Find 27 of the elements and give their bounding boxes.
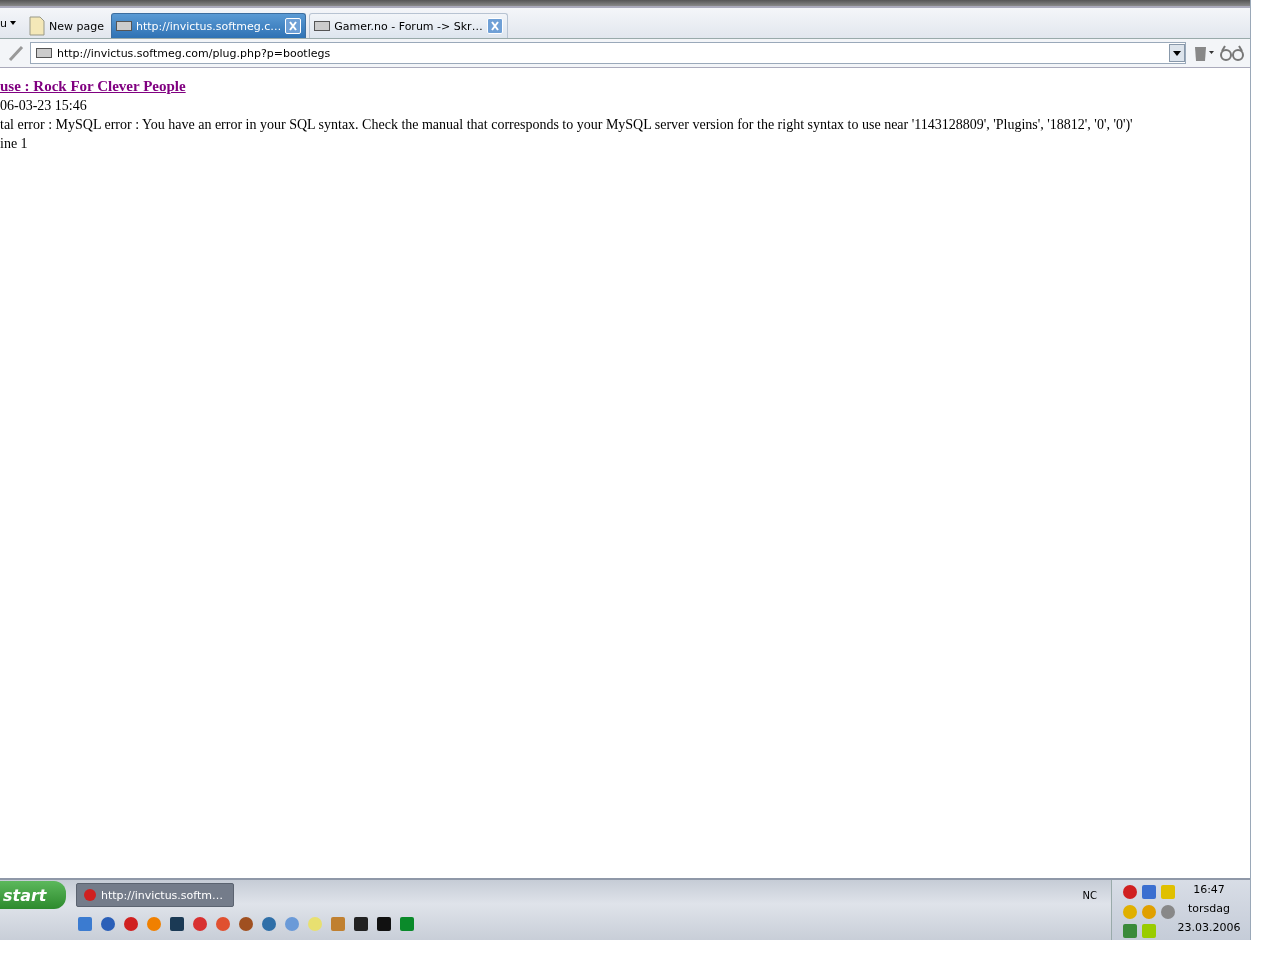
error-line: ine 1 bbox=[0, 136, 28, 151]
clock-date: 23.03.2006 bbox=[1177, 920, 1241, 936]
keyboard-icon bbox=[36, 48, 52, 58]
address-field[interactable]: http://invictus.softmeg.com/plug.php?p=bootlegs bbox=[30, 42, 1186, 64]
post-date: 06-03-23 15:46 bbox=[0, 98, 87, 113]
page-icon bbox=[29, 16, 45, 36]
keyboard-icon bbox=[314, 21, 331, 31]
language-indicator[interactable]: NC bbox=[1082, 889, 1097, 901]
browser-tab[interactable]: Gamer.no - Forum -> Skr… bbox=[309, 13, 508, 38]
clock-day: torsdag bbox=[1188, 899, 1230, 918]
close-icon[interactable] bbox=[486, 18, 503, 34]
error-message: tal error : MySQL error : You have an error in your SQL syntax. Check the manual that corresponds to your MySQL server version for the right syntax to use near '1143128809', 'Plugins', '18812', '0', '0')' bbox=[0, 117, 1133, 132]
keyboard-icon bbox=[115, 21, 132, 31]
dropdown-icon[interactable] bbox=[1169, 44, 1185, 62]
ball-icon[interactable] bbox=[192, 916, 208, 932]
taskbar-button[interactable]: http://invictus.softm… bbox=[76, 883, 234, 907]
trash-icon[interactable] bbox=[1192, 44, 1214, 62]
clock-time: 16:47 bbox=[1193, 882, 1225, 898]
glasses-icon[interactable] bbox=[1220, 44, 1244, 62]
caret-icon bbox=[10, 21, 16, 25]
menu-button[interactable]: u bbox=[0, 16, 22, 30]
circle-icon[interactable] bbox=[123, 916, 139, 932]
close-icon[interactable] bbox=[285, 18, 302, 34]
new-page-tab[interactable]: New page bbox=[25, 14, 108, 38]
browser-tab[interactable]: http://invictus.softmeg.c… bbox=[110, 13, 307, 38]
page-title-link[interactable]: use : Rock For Clever People bbox=[0, 78, 186, 94]
circle-icon[interactable] bbox=[1122, 884, 1138, 900]
